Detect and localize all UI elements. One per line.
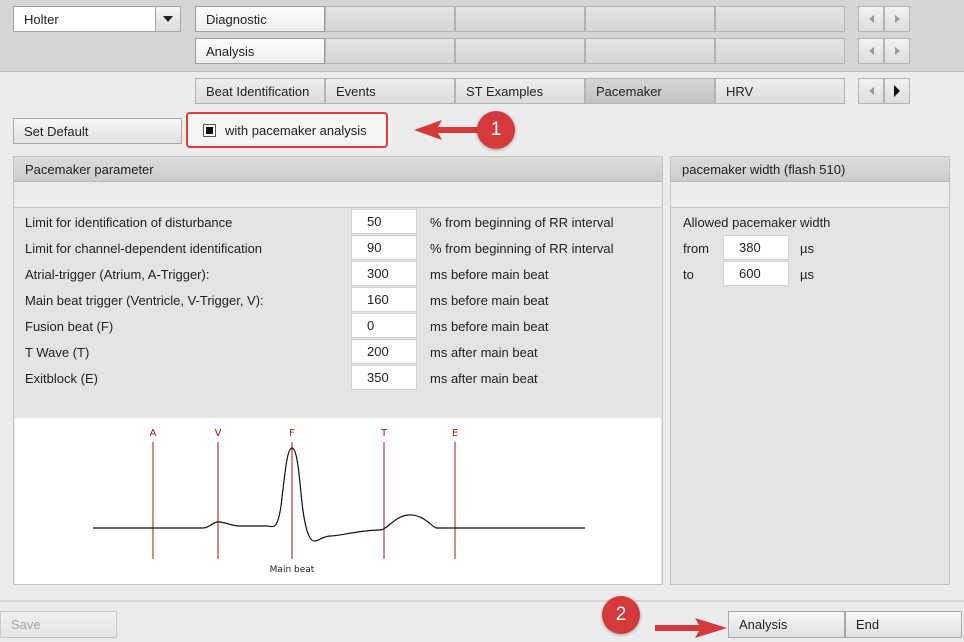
marker-label-f: F [289, 428, 295, 439]
width-from-input[interactable]: 380 [723, 235, 789, 260]
mode-select[interactable]: Holter [13, 6, 181, 32]
tab-empty [715, 38, 845, 64]
param-label: Limit for channel-dependent identificati… [25, 241, 263, 256]
param-value-input[interactable]: 300 [351, 261, 417, 286]
tab-empty [715, 6, 845, 32]
scroll-right-button[interactable] [884, 78, 910, 104]
width-to-input[interactable]: 600 [723, 261, 789, 286]
pacemaker-width-panel: pacemaker width (flash 510) Allowed pace… [670, 156, 950, 585]
scroll-left-button[interactable] [858, 78, 884, 104]
panel-title: pacemaker width (flash 510) [671, 157, 949, 182]
param-unit: ms before main beat [430, 319, 549, 334]
scroll-right-button[interactable] [884, 6, 910, 32]
tab-pacemaker[interactable]: Pacemaker [585, 78, 715, 104]
param-value-input[interactable]: 350 [351, 365, 417, 390]
param-label: Exitblock (E) [25, 371, 98, 386]
chevron-down-icon[interactable] [155, 7, 180, 31]
tab-beat-identification[interactable]: Beat Identification [195, 78, 325, 104]
panel-title: Pacemaker parameter [14, 157, 662, 182]
arrow-left-icon [868, 87, 874, 95]
annotation-marker-2: 2 [602, 596, 640, 634]
tab-analysis[interactable]: Analysis [195, 38, 325, 64]
param-label: Limit for identification of disturbance [25, 215, 233, 230]
param-unit: ms before main beat [430, 293, 549, 308]
main-beat-caption: Main beat [270, 565, 315, 575]
pacemaker-parameter-panel: Pacemaker parameter Limit for identifica… [13, 156, 663, 585]
param-unit: % from beginning of RR interval [430, 241, 614, 256]
annotation-arrow-2 [655, 618, 727, 638]
arrow-left-icon [868, 15, 874, 23]
arrow-right-icon [894, 85, 900, 97]
footer-divider [0, 600, 964, 602]
tab-hrv[interactable]: HRV [715, 78, 845, 104]
scroll-right-button[interactable] [884, 38, 910, 64]
tab-empty [585, 6, 715, 32]
param-value-input[interactable]: 50 [351, 209, 417, 234]
panel-subheader [14, 182, 662, 208]
param-value-input[interactable]: 200 [351, 339, 417, 364]
tab-diagnostic[interactable]: Diagnostic [195, 6, 325, 32]
marker-label-t: T [380, 428, 388, 439]
pacemaker-checkbox-label: with pacemaker analysis [225, 123, 367, 138]
param-unit: ms before main beat [430, 267, 549, 282]
ecg-trace [93, 447, 585, 542]
from-label: from [683, 241, 709, 256]
ecg-diagram: A V F T E Main beat [15, 418, 661, 584]
analysis-button[interactable]: Analysis [728, 611, 845, 638]
width-to-unit: µs [800, 267, 814, 282]
tab-empty [325, 6, 455, 32]
tab-events[interactable]: Events [325, 78, 455, 104]
save-button[interactable]: Save [0, 611, 117, 638]
panel-subheader [671, 182, 949, 208]
end-button[interactable]: End [845, 611, 962, 638]
mode-select-value: Holter [24, 12, 59, 27]
param-label: Main beat trigger (Ventricle, V-Trigger,… [25, 293, 264, 308]
param-label: Atrial-trigger (Atrium, A-Trigger): [25, 267, 210, 282]
param-value-input[interactable]: 160 [351, 287, 417, 312]
tab-st-examples[interactable]: ST Examples [455, 78, 585, 104]
set-default-button[interactable]: Set Default [13, 118, 182, 144]
param-label: Fusion beat (F) [25, 319, 114, 334]
marker-label-v: V [215, 428, 222, 439]
param-unit: % from beginning of RR interval [430, 215, 614, 230]
ecg-diagram-svg: A V F T E Main beat [93, 428, 585, 575]
annotation-marker-1: 1 [477, 111, 515, 149]
arrow-right-icon [894, 15, 900, 23]
param-value-input[interactable]: 0 [351, 313, 417, 338]
tab-empty [455, 6, 585, 32]
param-label: T Wave (T) [25, 345, 90, 360]
param-unit: ms after main beat [430, 371, 538, 386]
arrow-left-icon [868, 47, 874, 55]
param-unit: ms after main beat [430, 345, 538, 360]
annotation-arrow-1 [414, 120, 482, 140]
arrow-right-icon [894, 47, 900, 55]
tab-empty [585, 38, 715, 64]
allowed-width-label: Allowed pacemaker width [683, 215, 831, 230]
scroll-left-button[interactable] [858, 6, 884, 32]
marker-label-e: E [452, 428, 458, 439]
tab-empty [455, 38, 585, 64]
to-label: to [683, 267, 694, 282]
scroll-left-button[interactable] [858, 38, 884, 64]
param-value-input[interactable]: 90 [351, 235, 417, 260]
pacemaker-checkbox[interactable] [203, 124, 216, 137]
width-from-unit: µs [800, 241, 814, 256]
pacemaker-checkbox-row[interactable]: with pacemaker analysis [186, 112, 388, 148]
marker-label-a: A [150, 428, 157, 439]
tab-empty [325, 38, 455, 64]
